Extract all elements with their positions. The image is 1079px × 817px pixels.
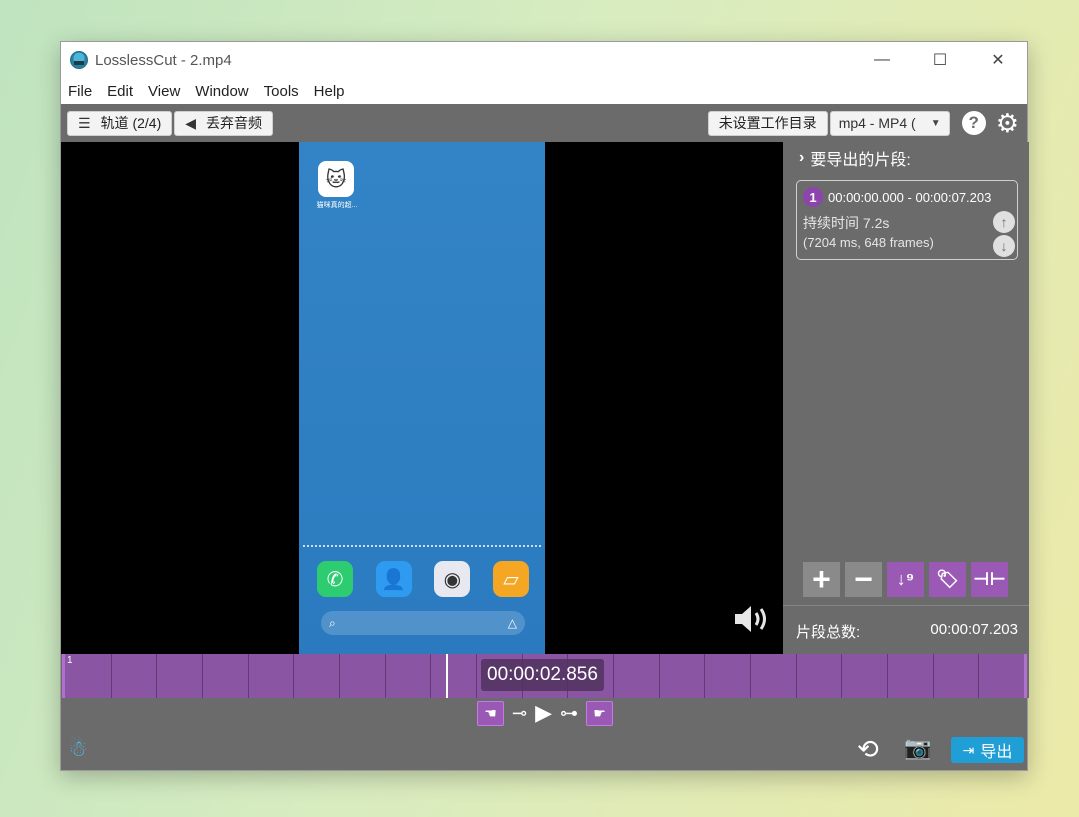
playback-controls: ☚ ⊸ ▶ ⊶ ☛ [61, 700, 1029, 726]
play-icon[interactable]: ▶ [535, 700, 552, 726]
maximize-button[interactable]: ☐ [911, 42, 969, 78]
bottom-bar: ☃ ⟲ 📷 ⇥ 导出 [61, 726, 1029, 772]
tracks-button[interactable]: ☰ 轨道 (2/4) [67, 110, 173, 136]
split-segment-icon[interactable]: ⊣⊢ [971, 562, 1008, 597]
dropdown-caret-icon: ▼ [930, 117, 941, 129]
segment-tools: + − ↓⁹ 🏷 ⊣⊢ [803, 561, 1013, 597]
move-segment-up-icon[interactable]: ↑ [993, 211, 1015, 233]
phone-icon: ✆ [317, 561, 353, 597]
panel-divider [783, 605, 1029, 606]
menu-tools[interactable]: Tools [264, 83, 299, 100]
timeline-tick [339, 654, 340, 698]
timeline-tick [887, 654, 888, 698]
segments-header[interactable]: › 要导出的片段: [799, 146, 911, 170]
timeline-tick [385, 654, 386, 698]
segments-total-value: 00:00:07.203 [930, 621, 1018, 638]
timeline-tick [796, 654, 797, 698]
app-icon-label: 猫咪真的超... [316, 202, 358, 209]
timeline-segment-label: 1 [67, 655, 73, 666]
timeline-tick [704, 654, 705, 698]
sort-segments-icon[interactable]: ↓⁹ [887, 562, 924, 597]
window-controls: — ☐ ✕ [853, 42, 1027, 78]
working-dir-label: 未设置工作目录 [718, 115, 817, 131]
timeline[interactable]: 1 00:00:02.856 [61, 654, 1029, 698]
segment-time-range: 00:00:00.000 - 00:00:07.203 [828, 190, 992, 205]
set-cut-end-icon[interactable]: ☛ [586, 700, 613, 726]
timeline-tick [978, 654, 979, 698]
simple-mode-icon[interactable]: ☃ [68, 736, 88, 762]
export-button[interactable]: ⇥ 导出 [951, 737, 1024, 763]
timeline-tick [293, 654, 294, 698]
help-icon[interactable]: ? [961, 111, 986, 135]
top-toolbar: ☰ 轨道 (2/4) ◀ 丢弃音频 未设置工作目录 mp4 - MP4 ( ▼ … [61, 104, 1027, 142]
timeline-tick [750, 654, 751, 698]
jump-to-previous-keyframe-icon[interactable]: ⊸ [512, 703, 527, 724]
menu-edit[interactable]: Edit [107, 83, 133, 100]
speaker-icon: ◀ [185, 114, 197, 131]
jump-to-next-keyframe-icon[interactable]: ⊶ [560, 703, 578, 724]
window-title: LosslessCut - 2.mp4 [95, 51, 232, 69]
menu-window[interactable]: Window [195, 83, 248, 100]
output-format-select[interactable]: mp4 - MP4 ( ▼ [829, 110, 950, 136]
timeline-tick [248, 654, 249, 698]
contacts-icon: 👤 [375, 561, 412, 597]
working-dir-button[interactable]: 未设置工作目录 [707, 110, 828, 136]
label-segment-tag-icon[interactable]: 🏷 [929, 562, 966, 597]
video-player[interactable]: 🐱 猫咪真的超... ✆ 👤 ◉ ▱ ⌕ △ [61, 142, 783, 654]
export-icon: ⇥ [962, 741, 975, 758]
close-button[interactable]: ✕ [969, 42, 1027, 78]
settings-gear-icon[interactable]: ⚙ [996, 110, 1019, 136]
rotate-icon[interactable]: ⟲ [857, 734, 879, 765]
segment-duration: 持续时间 7.2s [803, 215, 890, 231]
phone-search-bar: ⌕ △ [321, 611, 525, 635]
playhead[interactable] [446, 654, 448, 698]
losslesscut-logo-icon [70, 51, 88, 69]
timeline-tick [841, 654, 842, 698]
search-icon: ⌕ [329, 615, 336, 630]
timeline-tick [613, 654, 614, 698]
assistant-icon: △ [507, 616, 517, 630]
notes-icon: ▱ [492, 561, 529, 597]
timeline-tick [659, 654, 660, 698]
timeline-tick [111, 654, 112, 698]
segment-card[interactable]: 1 00:00:00.000 - 00:00:07.203 持续时间 7.2s … [796, 180, 1018, 260]
app-window: LosslessCut - 2.mp4 — ☐ ✕ File Edit View… [60, 41, 1029, 772]
menu-file[interactable]: File [68, 83, 92, 100]
set-cut-start-icon[interactable]: ☚ [476, 700, 504, 726]
segment-number-badge: 1 [803, 187, 823, 207]
export-label: 导出 [980, 744, 1013, 761]
volume-icon[interactable] [733, 602, 773, 636]
remove-segment-icon[interactable]: − [845, 561, 882, 597]
menu-bar: File Edit View Window Tools Help [61, 78, 1027, 104]
timeline-tick [933, 654, 934, 698]
add-segment-icon[interactable]: + [803, 561, 840, 597]
timeline-tick [202, 654, 203, 698]
menu-help[interactable]: Help [314, 83, 345, 100]
segments-panel: › 要导出的片段: 1 00:00:00.000 - 00:00:07.203 … [783, 142, 1029, 654]
timeline-tick [430, 654, 431, 698]
tracks-label: 轨道 (2/4) [100, 115, 162, 131]
discard-audio-label: 丢弃音频 [206, 115, 263, 131]
cat-app-icon: 🐱 [318, 161, 354, 197]
current-timecode: 00:00:02.856 [481, 659, 604, 691]
segment-frames: (7204 ms, 648 frames) [803, 235, 934, 250]
timeline-tick [156, 654, 157, 698]
menu-view[interactable]: View [148, 83, 180, 100]
minimize-button[interactable]: — [853, 42, 911, 78]
list-icon: ☰ [78, 114, 91, 131]
camera-icon: ◉ [434, 561, 471, 597]
segments-header-label: 要导出的片段: [810, 152, 911, 169]
move-segment-down-icon[interactable]: ↓ [993, 235, 1015, 257]
phone-dock: ✆ 👤 ◉ ▱ [317, 561, 529, 597]
timeline-tick [476, 654, 477, 698]
dock-divider [303, 545, 541, 547]
screenshot-camera-icon[interactable]: 📷 [904, 735, 931, 761]
video-frame-phone-screen: 🐱 猫咪真的超... ✆ 👤 ◉ ▱ ⌕ △ [299, 142, 545, 654]
discard-audio-button[interactable]: ◀ 丢弃音频 [174, 110, 274, 136]
toolbar-right: 未设置工作目录 mp4 - MP4 ( ▼ ? ⚙ [707, 104, 1019, 142]
output-format-value: mp4 - MP4 ( [838, 115, 916, 131]
title-bar: LosslessCut - 2.mp4 — ☐ ✕ [61, 42, 1027, 78]
segments-total-label: 片段总数: [796, 624, 861, 641]
chevron-right-icon: › [799, 149, 805, 166]
